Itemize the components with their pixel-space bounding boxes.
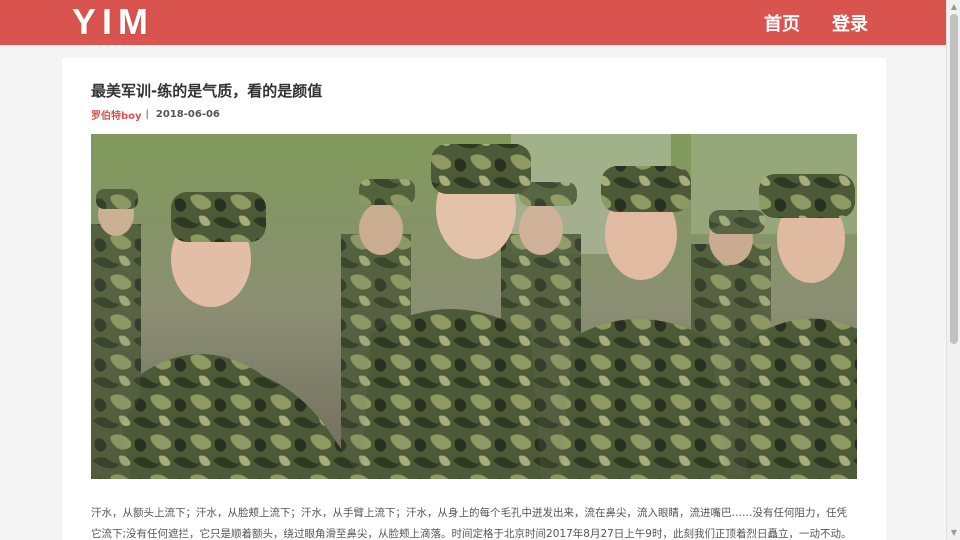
nav-home-link[interactable]: 首页 xyxy=(764,10,800,36)
top-header: YIM 首页 登录 xyxy=(0,0,946,45)
author-link[interactable]: 罗伯特boy xyxy=(91,107,142,122)
article-meta: 罗伯特boy | 2018-06-06 xyxy=(91,107,220,122)
site-logo[interactable]: YIM xyxy=(72,1,154,42)
scroll-up-arrow-icon[interactable]: ▲ xyxy=(949,2,959,12)
meta-separator: | xyxy=(145,109,149,120)
publish-date: 2018-06-06 xyxy=(155,109,220,120)
article-card: 最美军训-练的是气质，看的是颜值 罗伯特boy | 2018-06-06 汗水，… xyxy=(62,58,886,540)
article-title: 最美军训-练的是气质，看的是颜值 xyxy=(91,82,323,100)
vertical-scrollbar[interactable]: ▲ ▼ xyxy=(946,0,960,540)
main-nav: 首页 登录 xyxy=(764,10,868,36)
hero-photo-illustration xyxy=(91,134,857,479)
nav-login-link[interactable]: 登录 xyxy=(832,10,868,36)
scroll-down-arrow-icon[interactable]: ▼ xyxy=(949,528,959,538)
article-hero-image xyxy=(91,134,857,479)
scroll-thumb[interactable] xyxy=(950,14,958,344)
article-body-text: 汗水，从额头上流下；汗水，从脸颊上流下；汗水，从手臂上流下；汗水，从身上的每个毛… xyxy=(91,507,852,540)
